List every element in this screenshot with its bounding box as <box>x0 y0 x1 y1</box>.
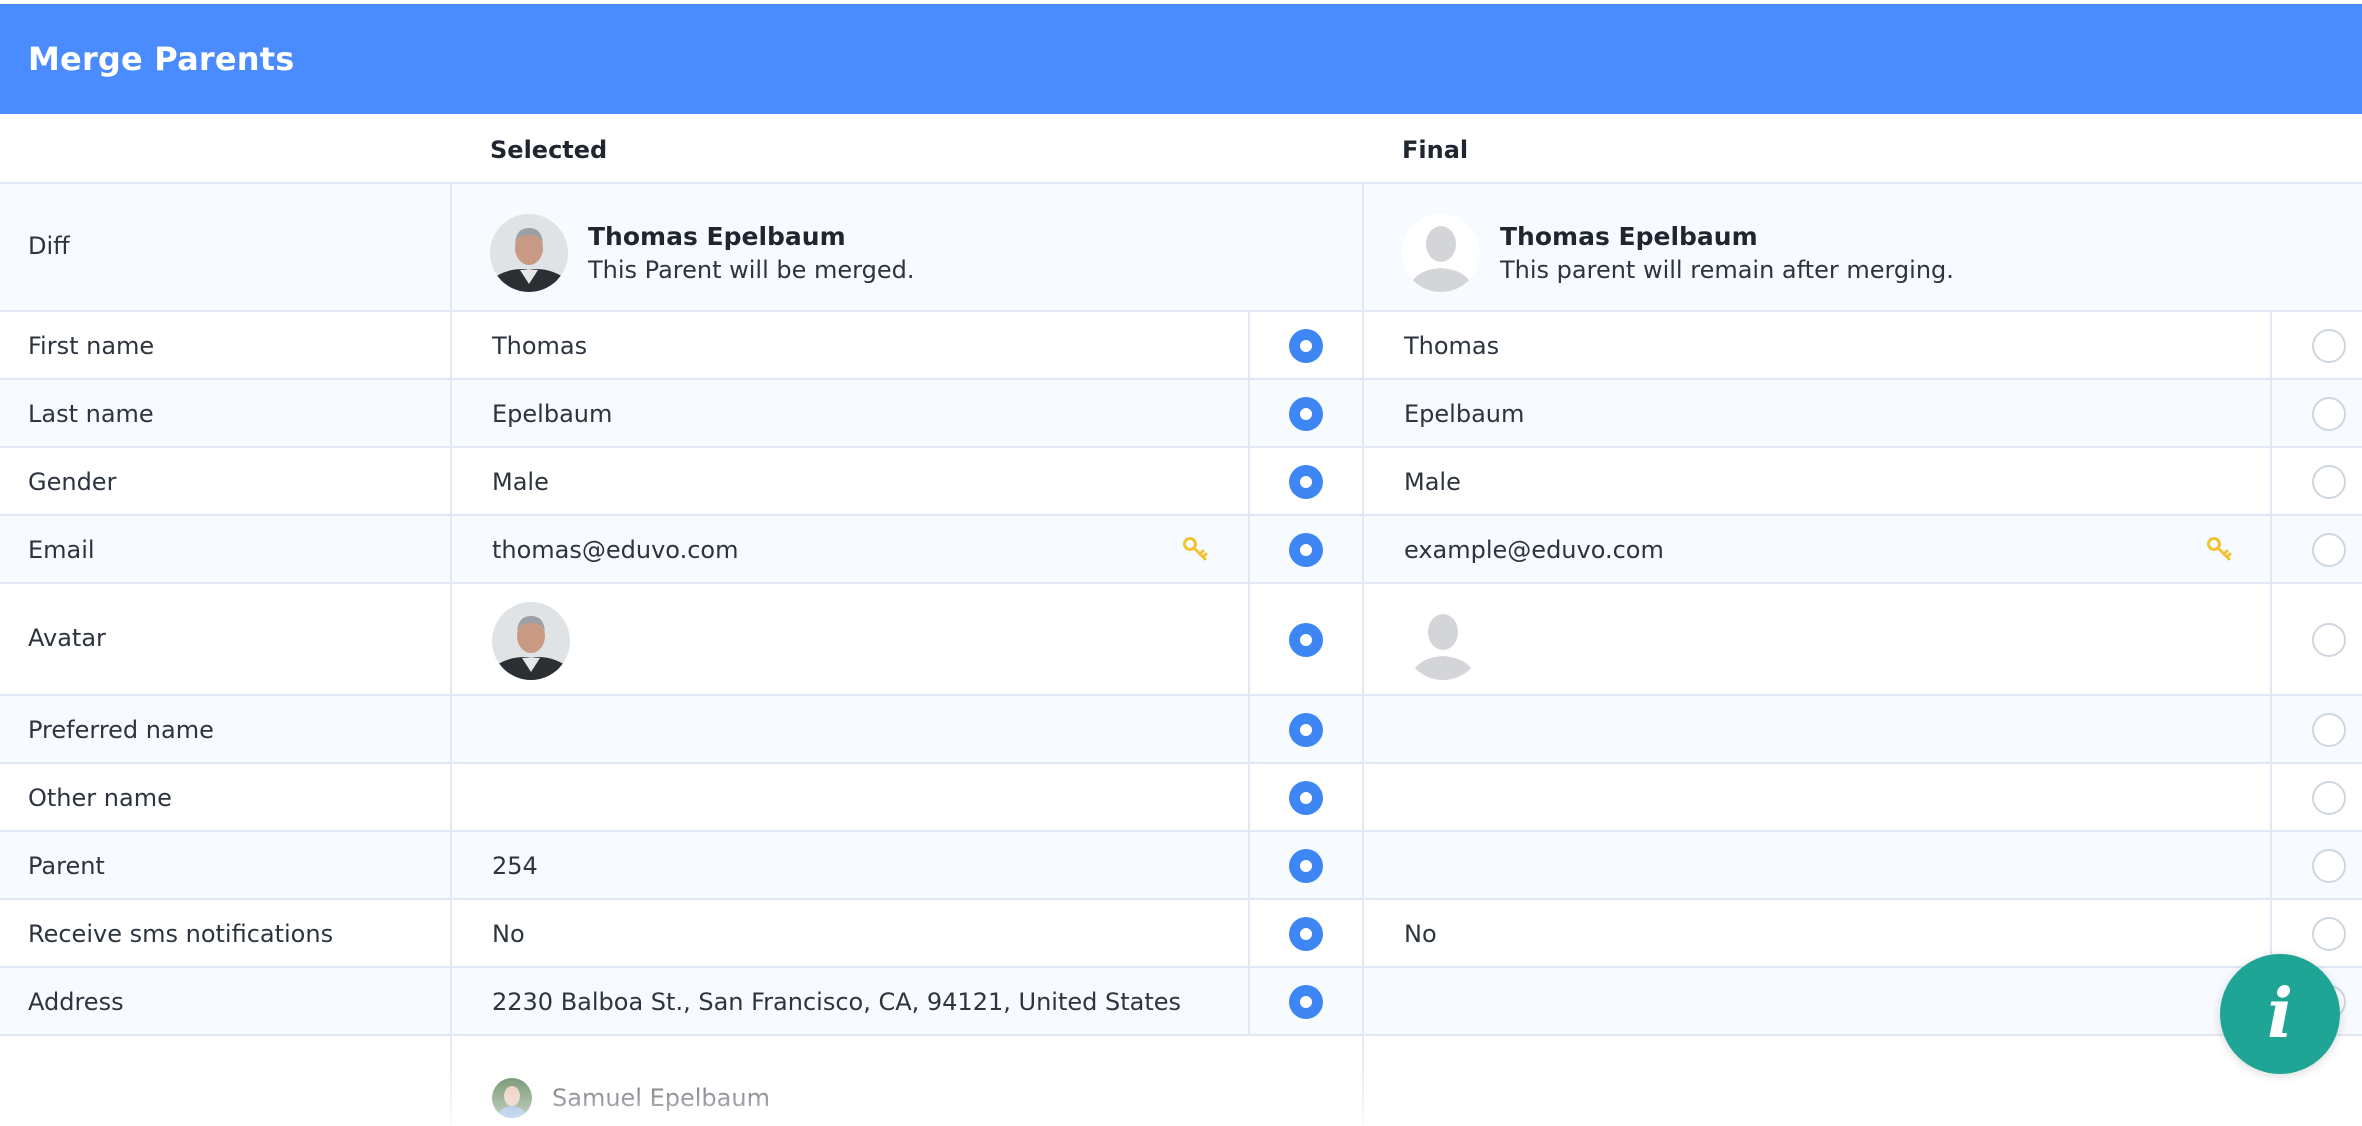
selected-radio[interactable] <box>1289 329 1323 363</box>
info-button[interactable]: i <box>2220 954 2340 1074</box>
selected-value: Male <box>492 468 549 496</box>
row-label: First name <box>28 332 155 360</box>
final-radio[interactable] <box>2312 465 2346 499</box>
row-children: Samuel Epelbaum <box>0 1036 2362 1126</box>
row-sms-notifications: Receive sms notifications No No <box>0 900 2362 968</box>
selected-radio[interactable] <box>1289 985 1323 1019</box>
column-headings: Selected Final <box>0 114 2362 184</box>
selected-radio[interactable] <box>1289 917 1323 951</box>
row-label: Preferred name <box>28 716 214 744</box>
row-preferred-name: Preferred name <box>0 696 2362 764</box>
row-label: Avatar <box>28 624 106 652</box>
final-note: This parent will remain after merging. <box>1500 256 1954 284</box>
row-label: Gender <box>28 468 117 496</box>
row-parent: Parent 254 <box>0 832 2362 900</box>
final-radio[interactable] <box>2312 623 2346 657</box>
row-last-name: Last name Epelbaum Epelbaum <box>0 380 2362 448</box>
selected-radio[interactable] <box>1289 397 1323 431</box>
selected-radio[interactable] <box>1289 781 1323 815</box>
final-value: Epelbaum <box>1404 400 1525 428</box>
final-radio[interactable] <box>2312 713 2346 747</box>
selected-value: 254 <box>492 852 538 880</box>
final-radio[interactable] <box>2312 397 2346 431</box>
selected-avatar <box>490 214 568 292</box>
radio-column-divider <box>1248 312 1250 1036</box>
row-avatar: Avatar <box>0 584 2362 696</box>
final-radio[interactable] <box>2312 849 2346 883</box>
final-radio[interactable] <box>2312 329 2346 363</box>
final-radio[interactable] <box>2312 917 2346 951</box>
selected-value: Thomas <box>492 332 588 360</box>
row-first-name: First name Thomas Thomas <box>0 312 2362 380</box>
final-column-heading: Final <box>1402 136 1469 164</box>
column-divider <box>1362 184 1364 1124</box>
row-label: Receive sms notifications <box>28 920 334 948</box>
final-avatar-image <box>1404 602 1482 680</box>
selected-name: Thomas Epelbaum <box>588 222 846 251</box>
selected-note: This Parent will be merged. <box>588 256 915 284</box>
final-value: Thomas <box>1404 332 1500 360</box>
selected-column-heading: Selected <box>490 136 608 164</box>
row-email: Email thomas@eduvo.com example@eduvo.com <box>0 516 2362 584</box>
selected-radio[interactable] <box>1289 713 1323 747</box>
selected-value: thomas@eduvo.com <box>492 536 739 564</box>
child-avatar <box>492 1078 532 1118</box>
selected-value: No <box>492 920 525 948</box>
final-value: Male <box>1404 468 1461 496</box>
child-name: Samuel Epelbaum <box>552 1084 770 1112</box>
column-divider <box>450 184 452 1124</box>
diff-row: Diff Thomas Epelbaum This Parent will be… <box>0 184 2362 312</box>
row-address: Address 2230 Balboa St., San Francisco, … <box>0 968 2362 1036</box>
selected-radio[interactable] <box>1289 623 1323 657</box>
row-label: Parent <box>28 852 105 880</box>
selected-value: 2230 Balboa St., San Francisco, CA, 9412… <box>492 988 1182 1016</box>
modal-header: Merge Parents <box>0 4 2362 114</box>
modal-title: Merge Parents <box>28 40 295 78</box>
final-value: No <box>1404 920 1437 948</box>
key-icon <box>1183 537 1208 561</box>
selected-radio[interactable] <box>1289 849 1323 883</box>
final-value: example@eduvo.com <box>1404 536 1664 564</box>
selected-radio[interactable] <box>1289 465 1323 499</box>
selected-radio[interactable] <box>1289 533 1323 567</box>
row-gender: Gender Male Male <box>0 448 2362 516</box>
row-label: Other name <box>28 784 172 812</box>
key-icon <box>2207 537 2232 561</box>
row-label: Diff <box>28 232 70 260</box>
row-label: Last name <box>28 400 154 428</box>
selected-value: Epelbaum <box>492 400 613 428</box>
final-radio[interactable] <box>2312 781 2346 815</box>
row-other-name: Other name <box>0 764 2362 832</box>
radio-column-divider <box>2270 312 2272 1036</box>
info-icon: i <box>2267 974 2293 1054</box>
row-label: Email <box>28 536 95 564</box>
selected-avatar-image <box>492 602 570 680</box>
final-name: Thomas Epelbaum <box>1500 222 1758 251</box>
final-radio[interactable] <box>2312 533 2346 567</box>
row-label: Address <box>28 988 124 1016</box>
final-avatar <box>1402 214 1480 292</box>
